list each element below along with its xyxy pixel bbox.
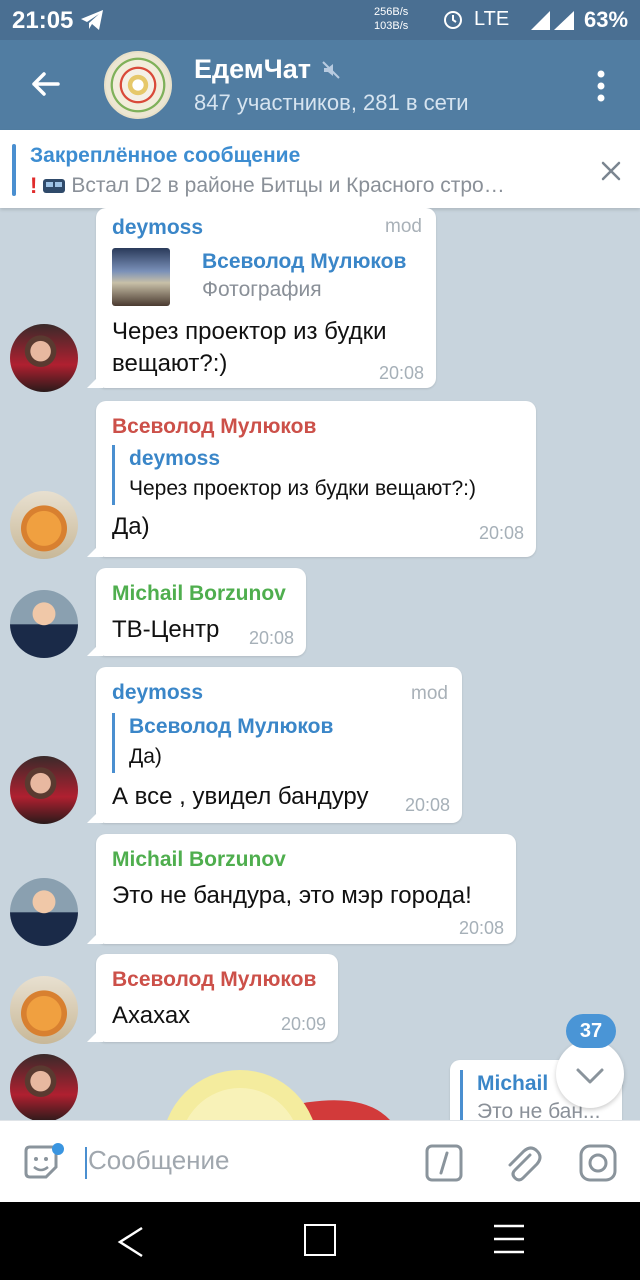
reply-sender: deymoss: [129, 447, 221, 470]
message-bubble[interactable]: deymoss mod Всеволод Мулюков Фотография …: [96, 208, 436, 388]
arrow-left-icon: [32, 72, 60, 96]
chat-title-row[interactable]: ЕдемЧат: [194, 54, 341, 85]
message-bubble[interactable]: Michail Borzunov Это не бандура, это мэр…: [96, 834, 516, 944]
alarm-icon: [442, 8, 464, 35]
reply-text: Фотография: [202, 278, 322, 301]
status-time: 21:05: [12, 7, 74, 34]
system-navigation-bar: [0, 1202, 640, 1280]
sticker-button[interactable]: [22, 1143, 64, 1185]
message-input[interactable]: Сообщение: [88, 1145, 230, 1176]
instant-camera-icon: [579, 1144, 617, 1182]
message-bubble[interactable]: deymoss mod Всеволод Мулюков Да) А все ,…: [96, 667, 462, 823]
network-speed: 256B/s 103B/s: [374, 5, 408, 33]
message-text: Да): [112, 513, 150, 540]
reply-preview[interactable]: Всеволод Мулюков Фотография: [202, 248, 406, 304]
avatar[interactable]: [10, 756, 78, 824]
sticker-image: [167, 1070, 390, 1120]
back-button[interactable]: [24, 62, 68, 106]
speed-up: 256B/s: [374, 6, 409, 18]
sticker-icon: [24, 1143, 64, 1179]
bot-command-button[interactable]: [424, 1143, 464, 1183]
message-time: 20:08: [378, 363, 424, 383]
message-bubble[interactable]: Michail Borzunov ТВ-Центр 20:08: [96, 568, 306, 656]
muted-icon: [322, 60, 340, 79]
message-text: Через проектор из будки вещают?:): [112, 316, 387, 380]
chat-header: ЕдемЧат 847 участников, 281 в сети: [0, 40, 640, 130]
menu-lines-icon: [494, 1224, 524, 1254]
avatar[interactable]: [10, 590, 78, 658]
network-type: LTE: [474, 8, 510, 30]
reply-photo-thumbnail: [112, 248, 170, 306]
unread-count-badge[interactable]: 37: [566, 1014, 616, 1048]
chat-title: ЕдемЧат: [194, 54, 311, 84]
exclamation-icon: !: [30, 173, 38, 198]
nav-recents-button[interactable]: [492, 1222, 526, 1256]
pinned-text: Встал D2 в районе Битцы и Красного стро…: [71, 174, 505, 197]
telegram-notification-icon: [80, 9, 104, 36]
message-text-line: Через проектор из будки: [112, 318, 387, 345]
speed-down: 103B/s: [374, 20, 409, 32]
close-icon: [601, 161, 621, 181]
message-time: 20:09: [280, 1014, 326, 1034]
camera-button[interactable]: [578, 1143, 618, 1183]
sender-name[interactable]: Michail Borzunov: [112, 582, 286, 606]
pinned-title: Закреплённое сообщение: [30, 144, 301, 167]
more-menu-button[interactable]: [588, 66, 614, 106]
sticker[interactable]: [160, 1068, 400, 1120]
message-text: Это не бандура, это мэр города!: [112, 882, 472, 909]
message-time: 20:08: [458, 918, 504, 938]
reply-sender: Всеволод Мулюков: [129, 715, 334, 738]
attach-button[interactable]: [502, 1141, 542, 1185]
text-cursor: [85, 1147, 87, 1179]
chat-subtitle: 847 участников, 281 в сети: [194, 90, 469, 115]
message-time: 20:08: [478, 523, 524, 543]
reply-preview[interactable]: Всеволод Мулюков Да): [112, 713, 333, 773]
mod-tag: mod: [385, 216, 422, 237]
nav-home-button[interactable]: [304, 1224, 336, 1256]
avatar[interactable]: [10, 878, 78, 946]
message-text-line: вещают?:): [112, 350, 228, 377]
message-composer: Сообщение: [0, 1120, 640, 1202]
slash-command-icon: [425, 1144, 463, 1182]
close-pinned-button[interactable]: [596, 156, 626, 186]
more-vertical-icon: [597, 70, 605, 102]
sender-name[interactable]: deymoss: [112, 216, 203, 240]
pinned-message-bar[interactable]: Закреплённое сообщение ! Встал D2 в райо…: [0, 130, 640, 208]
message-text: Ахахах: [112, 1002, 191, 1029]
chevron-down-icon: [576, 1068, 604, 1084]
paperclip-icon: [508, 1146, 542, 1182]
avatar[interactable]: [10, 976, 78, 1044]
triangle-back-icon: [117, 1226, 143, 1258]
message-text: А все , увидел бандуру: [112, 783, 369, 810]
message-bubble[interactable]: Всеволод Мулюков Ахахах 20:09: [96, 954, 338, 1042]
avatar[interactable]: [10, 1054, 78, 1120]
reply-text: Да): [129, 745, 162, 768]
message-bubble[interactable]: Всеволод Мулюков deymoss Через проектор …: [96, 401, 536, 557]
train-icon: [43, 179, 66, 193]
pinned-indicator: [12, 144, 16, 196]
chat-avatar[interactable]: [104, 51, 172, 119]
status-bar: 21:05 256B/s 103B/s LTE 63%: [0, 0, 640, 40]
avatar[interactable]: [10, 491, 78, 559]
sender-name[interactable]: Всеволод Мулюков: [112, 968, 316, 992]
reply-text: Через проектор из будки вещают?:): [129, 477, 476, 500]
message-time: 20:08: [248, 628, 294, 648]
nav-back-button[interactable]: [112, 1222, 152, 1262]
sender-name[interactable]: Всеволод Мулюков: [112, 415, 316, 439]
message-text: ТВ-Центр: [112, 616, 220, 643]
sender-name[interactable]: deymoss: [112, 681, 203, 705]
reply-sender: Всеволод Мулюков: [202, 250, 407, 273]
avatar[interactable]: [10, 324, 78, 392]
signal-icon: [530, 9, 576, 36]
message-list[interactable]: deymoss mod Всеволод Мулюков Фотография …: [0, 208, 640, 1120]
scroll-down-button[interactable]: [556, 1040, 624, 1108]
sender-name[interactable]: Michail Borzunov: [112, 848, 286, 872]
pinned-text-row: ! Встал D2 в районе Битцы и Красного стр…: [30, 173, 505, 199]
reply-preview[interactable]: deymoss Через проектор из будки вещают?:…: [112, 445, 476, 505]
battery-level: 63%: [584, 7, 629, 32]
mod-tag: mod: [411, 683, 448, 704]
message-time: 20:08: [404, 795, 450, 815]
